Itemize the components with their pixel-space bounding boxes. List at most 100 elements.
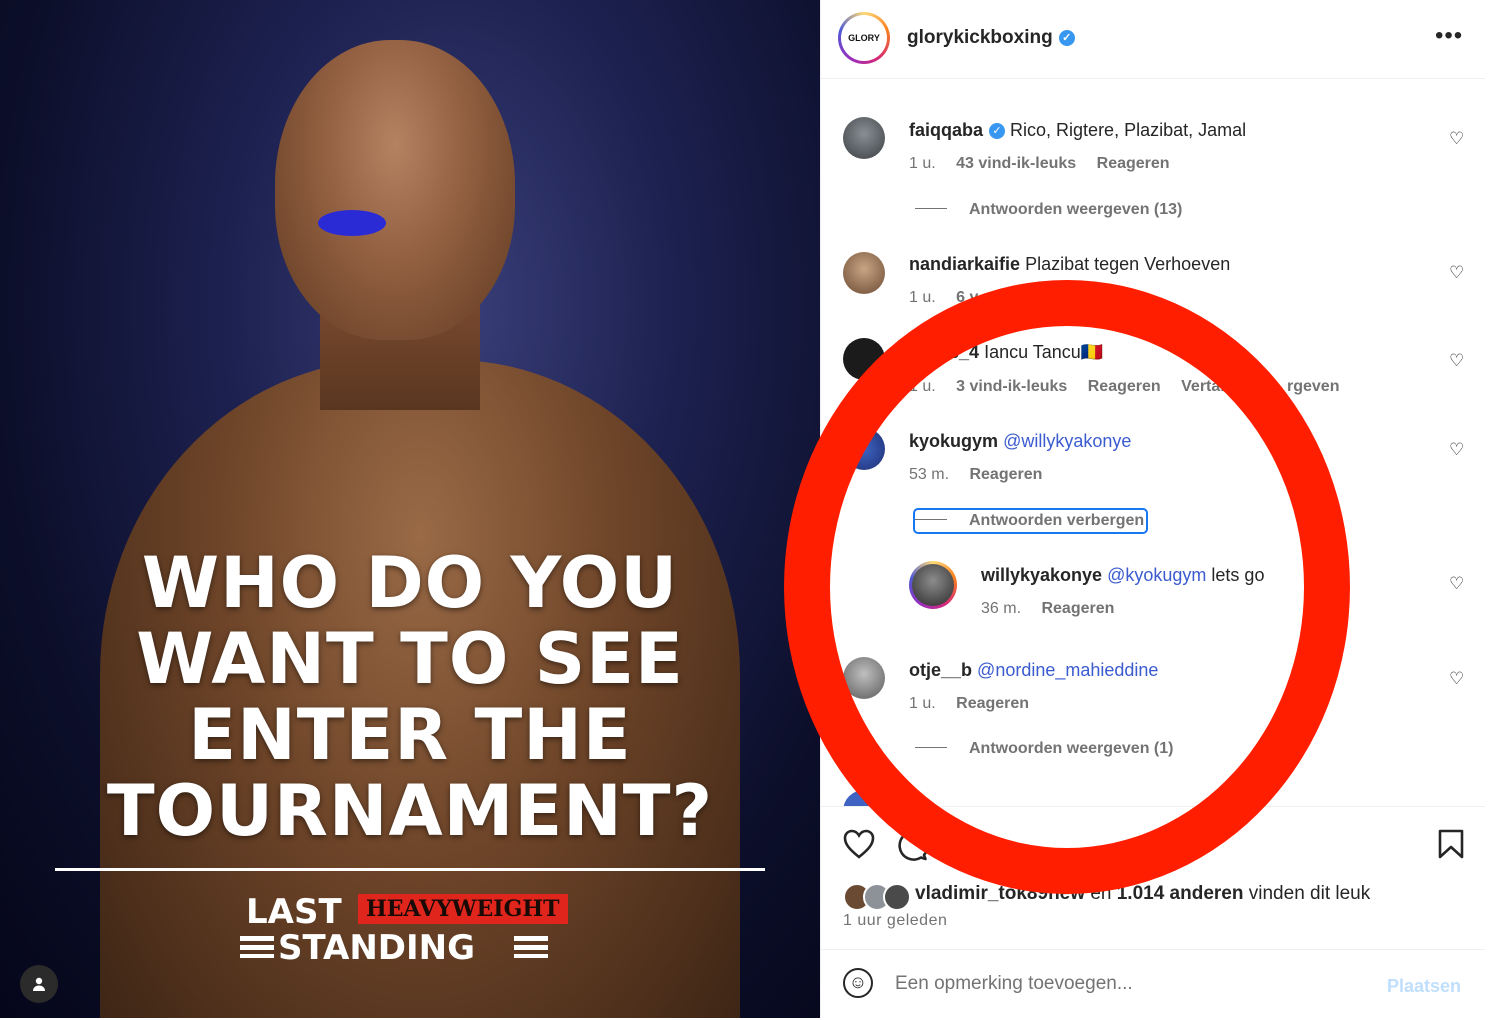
reply-body: lets go [1211, 565, 1265, 585]
tagged-users-icon[interactable] [20, 965, 58, 1003]
comment-likes[interactable]: 6 v [956, 289, 978, 306]
like-comment-heart-icon[interactable]: ♡ [1449, 129, 1467, 148]
comment-meta: 1 u. 43 vind-ik-leuks Reageren [909, 155, 1186, 173]
reply-avatar-photo [912, 564, 954, 606]
reply-mention[interactable]: @kyokugym [1107, 565, 1206, 585]
logo-bars-right [514, 936, 548, 958]
commenter-avatar[interactable] [843, 657, 885, 699]
headline-line: WHO DO YOU [141, 542, 679, 624]
comment-meta: 1 u. 3 vind-ik-leuks Reageren Vertal [909, 378, 1241, 396]
account-name[interactable]: glorykickboxing [907, 27, 1053, 48]
reply-username[interactable]: willykyakonye [981, 565, 1102, 585]
post-actions: vladimir_tok89new en 1.014 anderen vinde… [821, 806, 1485, 1019]
comment-body: Plazibat tegen Verhoeven [1025, 254, 1231, 274]
more-options-icon[interactable]: ••• [1435, 22, 1463, 50]
comment-meta: 1 u. Reageren [909, 695, 1045, 713]
add-comment-input[interactable] [893, 966, 1357, 1002]
show-replies-button[interactable]: Antwoorden weergeven (13) [915, 201, 1182, 219]
comment-username[interactable]: nandiarkaifie [909, 254, 1020, 274]
account-name-row: glorykickboxing ✓ [907, 27, 1075, 49]
comment-text: kyokugym @willykyakonye [909, 431, 1131, 452]
comment-mention[interactable]: @willykyakonye [1003, 431, 1131, 451]
account-avatar[interactable]: GLORY [838, 12, 890, 64]
like-comment-heart-icon[interactable]: ♡ [1449, 440, 1467, 459]
emoji-icon[interactable]: ☺ [843, 968, 873, 998]
comment-text: otje__b @nordine_mahieddine [909, 660, 1158, 681]
commenter-avatar[interactable] [843, 338, 885, 380]
reply-meta: 36 m. Reageren [981, 600, 1130, 618]
reply-button[interactable]: Reageren [1041, 600, 1114, 617]
like-comment-heart-icon[interactable]: ♡ [1449, 574, 1467, 593]
likers-avatars[interactable] [843, 883, 913, 911]
reply-button[interactable]: Reageren [969, 466, 1042, 483]
avatar-logo: GLORY [841, 15, 887, 61]
comment-time[interactable]: 1 u. [909, 289, 936, 306]
comment-username[interactable]: s_4 [949, 342, 979, 362]
last-heavyweight-standing-logo: LAST HEAVYWEIGHT STANDING [240, 890, 580, 970]
fighter-head [275, 40, 515, 340]
verified-badge-icon: ✓ [1058, 30, 1075, 46]
like-comment-heart-icon[interactable]: ♡ [1449, 669, 1467, 688]
commenter-avatar[interactable] [843, 117, 885, 159]
comment-likes[interactable]: 3 vind-ik-leuks [956, 378, 1067, 395]
send-icon[interactable] [949, 829, 981, 867]
reply-button[interactable]: Reageren [1097, 155, 1170, 172]
translate-button[interactable]: Vertal [1181, 378, 1225, 395]
verified-badge-icon: ✓ [989, 123, 1006, 139]
post-timestamp[interactable]: 1 uur geleden [843, 912, 947, 930]
reply-button[interactable]: Reageren [1088, 378, 1161, 395]
commenter-avatar[interactable] [843, 252, 885, 294]
comment-text: faiqqaba ✓ Rico, Rigtere, Plazibat, Jamal [909, 120, 1246, 141]
headline-divider [55, 868, 765, 871]
headline-line: TOURNAMENT? [106, 770, 714, 852]
like-comment-heart-icon[interactable]: ♡ [1449, 263, 1467, 282]
comment-text: nandiarkaifie Plazibat tegen Verhoeven [909, 254, 1230, 275]
reply-text: willykyakonye @kyokugym lets go [981, 565, 1264, 586]
liker-avatar [883, 883, 911, 911]
comments-panel: GLORY glorykickboxing ✓ ••• faiqqaba ✓ Ric… [820, 0, 1488, 1019]
bookmark-icon[interactable] [1437, 829, 1465, 867]
comment-username[interactable]: faiqqaba [909, 120, 983, 140]
likes-summary: vladimir_tok89new en 1.014 anderen vinde… [915, 883, 1370, 905]
likes-others-count[interactable]: 1.014 anderen [1117, 883, 1244, 904]
comment-text: s_4 Iancu Tancu🇷🇴 [949, 342, 1103, 363]
reply-avatar[interactable] [909, 561, 957, 609]
flag-romania-icon: 🇷🇴 [1080, 342, 1104, 362]
heart-icon[interactable] [843, 829, 875, 867]
hide-replies-button[interactable]: Antwoorden verbergen [912, 508, 1149, 534]
likes-suffix: vinden dit leuk [1248, 883, 1371, 904]
reply-button[interactable]: Reageren [956, 695, 1029, 712]
liker-username[interactable]: vladimir_tok89new [915, 883, 1085, 904]
comment-likes[interactable]: 43 vind-ik-leuks [956, 155, 1076, 172]
translate-button-tail-text: rgeven [1287, 378, 1340, 395]
comment-time[interactable]: 53 m. [909, 466, 949, 483]
post-comment-button[interactable]: Plaatsen [1387, 976, 1461, 997]
comment-body: Rico, Rigtere, Plazibat, Jamal [1010, 120, 1247, 140]
comment-time[interactable]: 1 u. [909, 695, 936, 712]
comment-username[interactable]: kyokugym [909, 431, 998, 451]
add-comment-bar: ☺ Plaatsen [821, 949, 1485, 1020]
post-image[interactable]: WHO DO YOU WANT TO SEE ENTER THE TOURNAM… [0, 0, 820, 1018]
logo-standing: STANDING [278, 928, 476, 968]
headline-line: ENTER THE [188, 694, 632, 776]
reply-time[interactable]: 36 m. [981, 600, 1021, 617]
post-headline: WHO DO YOU WANT TO SEE ENTER THE TOURNAM… [0, 545, 820, 849]
comment-mention[interactable]: @nordine_mahieddine [977, 660, 1158, 680]
translate-button-tail[interactable]: rgeven [1287, 378, 1355, 396]
headline-line: WANT TO SEE [136, 618, 684, 700]
comment-icon[interactable] [896, 829, 929, 869]
comment-username[interactable]: otje__b [909, 660, 972, 680]
comment-body: Iancu Tancu [984, 342, 1081, 362]
comment-meta: 1 u. 6 v [909, 289, 994, 307]
mouthguard [318, 210, 386, 236]
commenter-avatar[interactable] [843, 428, 885, 470]
logo-bars-left [240, 936, 274, 958]
logo-last: LAST [246, 892, 342, 932]
post-header: GLORY glorykickboxing ✓ ••• [821, 0, 1485, 79]
like-comment-heart-icon[interactable]: ♡ [1449, 351, 1467, 370]
show-replies-button[interactable]: Antwoorden weergeven (1) [915, 740, 1173, 758]
comment-time[interactable]: 1 u. [909, 378, 936, 395]
comment-meta: 53 m. Reageren [909, 466, 1058, 484]
likes-connector: en [1090, 883, 1112, 904]
comment-time[interactable]: 1 u. [909, 155, 936, 172]
